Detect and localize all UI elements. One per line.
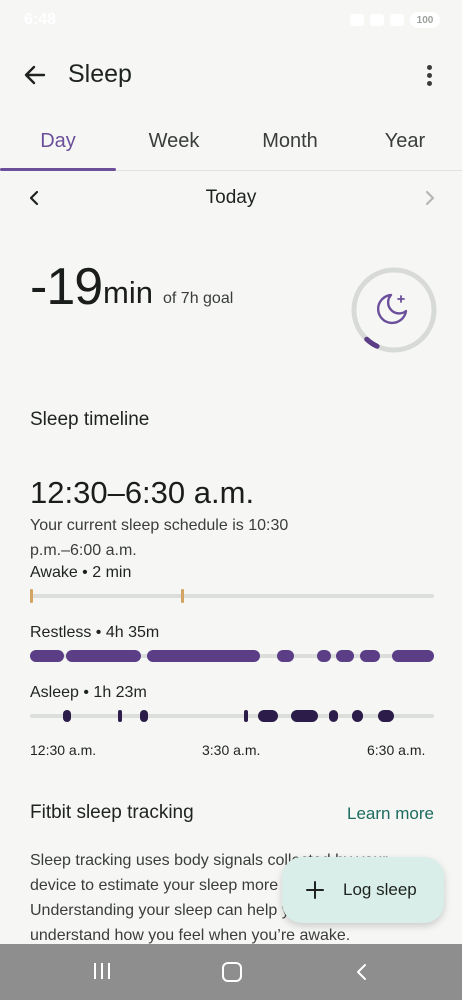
axis-label-middle: 3:30 a.m.: [202, 742, 261, 758]
sleep-goal-ring: [348, 264, 440, 356]
asleep-segment: [244, 710, 248, 722]
home-icon[interactable]: [222, 962, 242, 982]
sleep-delta-unit: min: [103, 275, 153, 310]
axis-label-end: 6:30 a.m.: [367, 742, 426, 758]
log-sleep-button[interactable]: Log sleep: [282, 857, 444, 923]
restless-stage-label: Restless • 4h 35m: [30, 624, 160, 641]
plus-icon: [304, 879, 326, 901]
tab-month[interactable]: Month: [232, 130, 348, 164]
sleep-timeline-title: Sleep timeline: [30, 409, 150, 430]
status-icons: 100: [350, 12, 440, 28]
tab-indicator: [0, 168, 116, 171]
sleep-schedule-text: Your current sleep schedule is 10:30 p.m…: [30, 517, 289, 559]
asleep-segment: [378, 710, 394, 722]
asleep-segment: [329, 710, 338, 722]
goal-text: of 7h goal: [163, 290, 234, 307]
restless-segment: [147, 650, 260, 662]
restless-segment: [317, 650, 331, 662]
awake-segment: [30, 589, 33, 603]
status-bar: 6:48 100: [0, 0, 462, 40]
asleep-track: [30, 710, 434, 722]
date-label: Today: [205, 187, 257, 208]
mute-icon: [350, 14, 364, 26]
fitbit-sleep-tracking-title: Fitbit sleep tracking: [30, 802, 194, 823]
awake-segment: [181, 589, 184, 603]
awake-stage-label: Awake • 2 min: [30, 564, 132, 581]
back-arrow-icon[interactable]: [18, 58, 52, 92]
asleep-segment: [118, 710, 122, 722]
asleep-segment: [291, 710, 318, 722]
restless-track: [30, 650, 434, 662]
restless-segment: [66, 650, 141, 662]
recent-apps-icon[interactable]: [92, 963, 112, 981]
back-icon[interactable]: [352, 962, 372, 982]
log-sleep-label: Log sleep: [343, 880, 417, 899]
tab-week[interactable]: Week: [116, 130, 232, 164]
signal-icon: [390, 14, 404, 26]
tab-day[interactable]: Day: [0, 130, 116, 164]
status-time: 6:48: [24, 11, 57, 28]
goal-progress-arc: [364, 336, 380, 349]
asleep-segment: [258, 710, 278, 722]
awake-track: [30, 589, 434, 603]
restless-segment: [30, 650, 64, 662]
battery-icon: 100: [410, 12, 440, 28]
more-options-icon[interactable]: [414, 60, 444, 90]
restless-segment: [360, 650, 380, 662]
asleep-segment: [140, 710, 148, 722]
asleep-segment: [352, 710, 363, 722]
sleep-delta-value: -19: [30, 258, 103, 316]
sleep-time-range: 12:30–6:30 a.m.: [30, 475, 255, 510]
asleep-segment: [63, 710, 71, 722]
asleep-stage-label: Asleep • 1h 23m: [30, 684, 147, 701]
tab-year[interactable]: Year: [348, 130, 462, 164]
restless-segment: [336, 650, 354, 662]
restless-segment: [277, 650, 294, 662]
restless-segment: [392, 650, 434, 662]
learn-more-link[interactable]: Learn more: [347, 804, 434, 824]
wifi-icon: [370, 14, 384, 26]
axis-label-start: 12:30 a.m.: [30, 742, 97, 758]
chevron-right-icon[interactable]: [418, 186, 442, 210]
page-title: Sleep: [68, 60, 132, 88]
moon-icon: [376, 293, 408, 325]
